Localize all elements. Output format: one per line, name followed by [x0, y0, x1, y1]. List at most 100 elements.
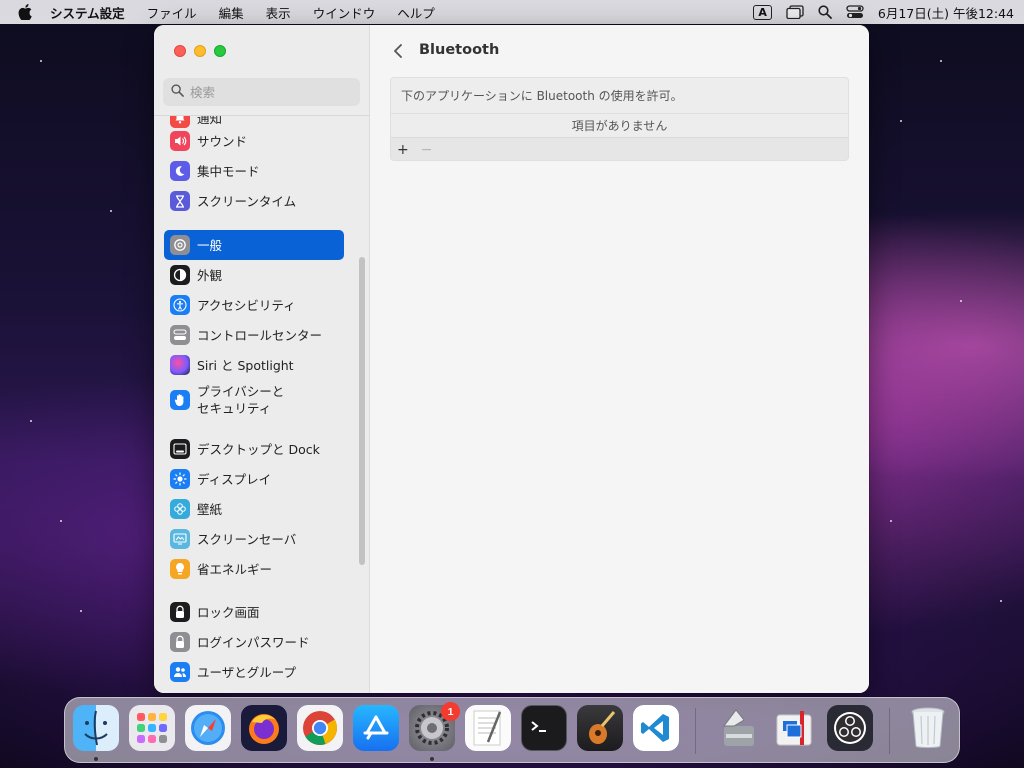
chrome-icon[interactable] — [297, 705, 343, 751]
sidebar-item-siri-spotlight[interactable]: Siri と Spotlight — [164, 350, 344, 380]
sidebar-item-focus[interactable]: 集中モード — [164, 156, 344, 186]
star — [40, 60, 42, 62]
menu-window[interactable]: ウインドウ — [313, 3, 376, 22]
disk-utility-icon[interactable] — [715, 705, 761, 751]
sidebar-item-label: 壁紙 — [197, 501, 223, 517]
search-input[interactable] — [190, 84, 350, 100]
siri-icon — [170, 355, 190, 375]
sidebar-item-label: ディスプレイ — [197, 471, 272, 487]
accessibility-icon — [170, 295, 190, 315]
bluetooth-permissions-list: 下のアプリケーションに Bluetooth の使用を許可。 項目がありません +… — [390, 77, 849, 161]
sidebar-item-label: デスクトップと Dock — [197, 441, 320, 457]
menu-bar: システム設定 ファイル 編集 表示 ウインドウ ヘルプ A 6月17日(土) 午… — [0, 0, 1024, 24]
list-toolbar: + − — [391, 138, 848, 160]
dock-separator — [889, 708, 890, 754]
sidebar-item-screensaver[interactable]: スクリーンセーバ — [164, 524, 344, 554]
sidebar-item-label: サウンド — [197, 133, 248, 149]
sidebar-item-label: アクセシビリティ — [197, 297, 296, 313]
launchpad-icon[interactable] — [129, 705, 175, 751]
toggles-icon — [170, 325, 190, 345]
zoom-button[interactable] — [214, 45, 226, 57]
content-pane: Bluetooth 下のアプリケーションに Bluetooth の使用を許可。 … — [370, 25, 869, 693]
clock[interactable]: 6月17日(土) 午後12:44 — [878, 3, 1014, 22]
sidebar-item-appearance[interactable]: 外観 — [164, 260, 344, 290]
terminal-icon[interactable] — [521, 705, 567, 751]
sidebar-item-displays[interactable]: ディスプレイ — [164, 464, 344, 494]
sidebar-item-label: 一般 — [197, 237, 223, 253]
sidebar-item-energy-saver[interactable]: 省エネルギー — [164, 554, 344, 584]
sidebar-item-accessibility[interactable]: アクセシビリティ — [164, 290, 344, 320]
system-settings-window: 通知 サウンド 集中モード スクリーンタイム — [154, 25, 869, 693]
garageband-icon[interactable] — [577, 705, 623, 751]
sidebar-item-label: 集中モード — [197, 163, 260, 179]
sidebar-item-label: スクリーンタイム — [197, 193, 297, 209]
app-name-menu[interactable]: システム設定 — [50, 3, 125, 22]
star — [60, 520, 62, 522]
menu-edit[interactable]: 編集 — [219, 3, 244, 22]
hand-icon — [170, 390, 190, 410]
sidebar-scrollbar[interactable] — [359, 257, 365, 565]
close-button[interactable] — [174, 45, 186, 57]
sidebar-item-label: プライバシーと セキュリティ — [197, 384, 285, 416]
remove-button[interactable]: − — [421, 142, 433, 158]
sidebar-item-general[interactable]: 一般 — [164, 230, 344, 260]
sidebar-item-lock-screen[interactable]: ロック画面 — [164, 597, 344, 627]
sidebar-item-label: ユーザとグループ — [197, 664, 297, 680]
sidebar-item-label: 通知 — [197, 115, 223, 126]
sidebar-item-label: 外観 — [197, 267, 223, 283]
flower-icon — [170, 499, 190, 519]
hourglass-icon — [170, 191, 190, 211]
star — [940, 60, 942, 62]
parallels-icon[interactable] — [771, 705, 817, 751]
sidebar-item-login-password[interactable]: ログインパスワード — [164, 627, 344, 657]
star — [80, 610, 82, 612]
textedit-icon[interactable] — [465, 705, 511, 751]
star — [900, 120, 902, 122]
spotlight-search-icon[interactable] — [818, 5, 832, 19]
permission-description: 下のアプリケーションに Bluetooth の使用を許可。 — [391, 78, 848, 114]
control-center-icon[interactable] — [846, 5, 864, 19]
stage-manager-icon[interactable] — [786, 5, 804, 19]
finder-icon[interactable] — [73, 705, 119, 751]
bulb-icon — [170, 559, 190, 579]
sidebar-item-label: スクリーンセーバ — [197, 531, 297, 547]
sun-icon — [170, 469, 190, 489]
search-field[interactable] — [163, 78, 360, 106]
back-button[interactable] — [388, 41, 408, 61]
apple-menu-icon[interactable] — [18, 4, 34, 20]
sidebar-item-desktop-dock[interactable]: デスクトップと Dock — [164, 434, 344, 464]
sidebar-item-label: 省エネルギー — [197, 561, 273, 577]
dock-separator — [695, 708, 696, 754]
add-button[interactable]: + — [397, 142, 409, 158]
menu-view[interactable]: 表示 — [266, 3, 291, 22]
running-indicator — [94, 757, 98, 761]
vscode-icon[interactable] — [633, 705, 679, 751]
input-source-icon[interactable]: A — [753, 4, 772, 20]
lock-icon — [170, 602, 190, 622]
sidebar-item-control-center[interactable]: コントロールセンター — [164, 320, 344, 350]
running-indicator — [430, 757, 434, 761]
menu-file[interactable]: ファイル — [147, 3, 197, 22]
minimize-button[interactable] — [194, 45, 206, 57]
sidebar-item-label: ロック画面 — [197, 604, 260, 620]
app-store-icon[interactable] — [353, 705, 399, 751]
star — [960, 300, 962, 302]
sidebar-item-screen-time[interactable]: スクリーンタイム — [164, 186, 344, 216]
lock-gray-icon — [170, 632, 190, 652]
search-icon — [171, 83, 184, 101]
sidebar-item-users-groups[interactable]: ユーザとグループ — [164, 657, 344, 687]
firefox-icon[interactable] — [241, 705, 287, 751]
trash-icon[interactable] — [905, 705, 951, 751]
moon-icon — [170, 161, 190, 181]
window-controls — [174, 45, 226, 57]
sidebar-item-privacy-security[interactable]: プライバシーと セキュリティ — [164, 380, 344, 420]
obs-icon[interactable] — [827, 705, 873, 751]
sidebar: 通知 サウンド 集中モード スクリーンタイム — [154, 25, 370, 693]
sidebar-item-sound[interactable]: サウンド — [164, 126, 344, 156]
menu-help[interactable]: ヘルプ — [397, 3, 435, 22]
dock: 1 — [64, 697, 960, 763]
sidebar-item-wallpaper[interactable]: 壁紙 — [164, 494, 344, 524]
sidebar-item-label: ログインパスワード — [197, 634, 310, 650]
star — [110, 210, 112, 212]
safari-icon[interactable] — [185, 705, 231, 751]
